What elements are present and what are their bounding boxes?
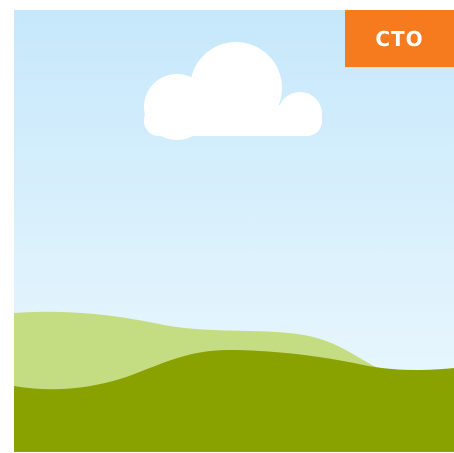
role-badge-label: CTO	[375, 26, 424, 51]
landscape-illustration	[14, 10, 454, 452]
landscape-svg	[14, 10, 454, 452]
role-badge: CTO	[345, 10, 454, 67]
avatar-card: CTO	[0, 0, 454, 453]
